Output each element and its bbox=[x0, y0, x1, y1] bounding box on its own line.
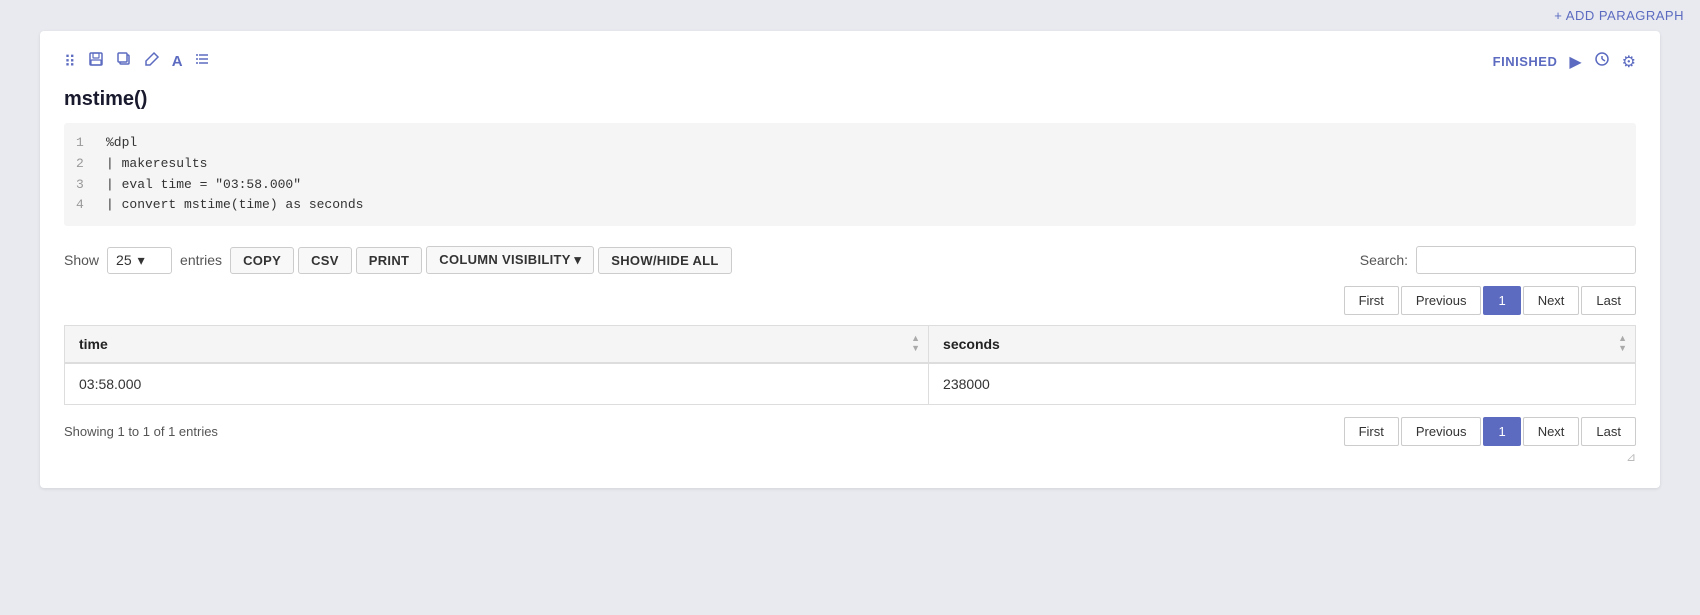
line-num-2: 2 bbox=[76, 154, 96, 175]
line-num-3: 3 bbox=[76, 175, 96, 196]
first-button-top[interactable]: First bbox=[1344, 286, 1399, 315]
next-button-bottom[interactable]: Next bbox=[1523, 417, 1580, 446]
showing-label: Showing 1 to 1 of 1 entries bbox=[64, 424, 218, 439]
save-icon[interactable] bbox=[88, 51, 104, 72]
main-card: ⠿ A bbox=[40, 31, 1660, 488]
search-label: Search: bbox=[1360, 252, 1408, 268]
code-line-2: 2 | makeresults bbox=[76, 154, 1624, 175]
column-visibility-button[interactable]: COLUMN VISIBILITY ▾ bbox=[426, 246, 594, 274]
previous-button-top[interactable]: Previous bbox=[1401, 286, 1482, 315]
csv-button[interactable]: CSV bbox=[298, 247, 352, 274]
search-input[interactable] bbox=[1416, 246, 1636, 274]
settings-icon[interactable]: ⚙ bbox=[1622, 52, 1636, 72]
brush-icon[interactable] bbox=[144, 51, 160, 72]
first-button-bottom[interactable]: First bbox=[1344, 417, 1399, 446]
col-header-time[interactable]: time ▲▼ bbox=[65, 326, 929, 364]
line-num-4: 4 bbox=[76, 195, 96, 216]
col-header-time-label: time bbox=[79, 336, 108, 352]
show-hide-all-button[interactable]: SHOW/HIDE ALL bbox=[598, 247, 731, 274]
show-label: Show bbox=[64, 252, 99, 268]
col-header-seconds-label: seconds bbox=[943, 336, 1000, 352]
table-footer: Showing 1 to 1 of 1 entries First Previo… bbox=[64, 417, 1636, 446]
toolbar-right: FINISHED ▶ ⚙ bbox=[1493, 51, 1636, 72]
data-table: time ▲▼ seconds ▲▼ 03:58.000 238000 bbox=[64, 325, 1636, 405]
print-button[interactable]: PRINT bbox=[356, 247, 423, 274]
table-wrapper: time ▲▼ seconds ▲▼ 03:58.000 238000 bbox=[64, 325, 1636, 405]
pagination-top: First Previous 1 Next Last bbox=[64, 286, 1636, 315]
toolbar-left: ⠿ A bbox=[64, 51, 211, 72]
code-block: 1 %dpl 2 | makeresults 3 | eval time = "… bbox=[64, 123, 1636, 226]
table-row: 03:58.000 238000 bbox=[65, 363, 1636, 405]
controls-row: Show 25 ▾ entries COPY CSV PRINT COLUMN … bbox=[64, 246, 1636, 274]
copy-button[interactable]: COPY bbox=[230, 247, 294, 274]
finished-label: FINISHED bbox=[1493, 54, 1558, 69]
code-line-1: 1 %dpl bbox=[76, 133, 1624, 154]
clock-icon[interactable] bbox=[1594, 51, 1610, 72]
cell-seconds: 238000 bbox=[929, 363, 1636, 405]
page-1-button-bottom[interactable]: 1 bbox=[1483, 417, 1520, 446]
sort-arrows-time: ▲▼ bbox=[911, 334, 920, 354]
code-text-4: | convert mstime(time) as seconds bbox=[106, 195, 363, 216]
line-num-1: 1 bbox=[76, 133, 96, 154]
btn-group: COPY CSV PRINT COLUMN VISIBILITY ▾ SHOW/… bbox=[230, 246, 732, 274]
entries-value: 25 bbox=[116, 252, 132, 268]
col-header-seconds[interactable]: seconds ▲▼ bbox=[929, 326, 1636, 364]
pagination-bottom: First Previous 1 Next Last bbox=[1344, 417, 1636, 446]
duplicate-icon[interactable] bbox=[116, 51, 132, 72]
entries-select[interactable]: 25 ▾ bbox=[107, 247, 172, 274]
last-button-bottom[interactable]: Last bbox=[1581, 417, 1636, 446]
chevron-down-icon: ▾ bbox=[138, 252, 145, 269]
toolbar: ⠿ A bbox=[64, 51, 1636, 72]
play-icon[interactable]: ▶ bbox=[1569, 52, 1581, 72]
next-button-top[interactable]: Next bbox=[1523, 286, 1580, 315]
add-paragraph-button[interactable]: + ADD PARAGRAPH bbox=[1554, 8, 1684, 23]
code-text-3: | eval time = "03:58.000" bbox=[106, 175, 301, 196]
code-text-2: | makeresults bbox=[106, 154, 207, 175]
entries-label: entries bbox=[180, 252, 222, 268]
section-title: mstime() bbox=[64, 88, 1636, 111]
list-icon[interactable] bbox=[195, 51, 211, 72]
previous-button-bottom[interactable]: Previous bbox=[1401, 417, 1482, 446]
move-icon[interactable]: ⠿ bbox=[64, 52, 76, 72]
last-button-top[interactable]: Last bbox=[1581, 286, 1636, 315]
resize-handle[interactable]: ⊿ bbox=[64, 450, 1636, 464]
controls-left: Show 25 ▾ entries COPY CSV PRINT COLUMN … bbox=[64, 246, 732, 274]
cell-time: 03:58.000 bbox=[65, 363, 929, 405]
page-1-button-top[interactable]: 1 bbox=[1483, 286, 1520, 315]
text-icon[interactable]: A bbox=[172, 53, 183, 70]
sort-arrows-seconds: ▲▼ bbox=[1618, 334, 1627, 354]
code-text-1: %dpl bbox=[106, 133, 137, 154]
code-line-4: 4 | convert mstime(time) as seconds bbox=[76, 195, 1624, 216]
controls-right: Search: bbox=[1360, 246, 1636, 274]
code-line-3: 3 | eval time = "03:58.000" bbox=[76, 175, 1624, 196]
